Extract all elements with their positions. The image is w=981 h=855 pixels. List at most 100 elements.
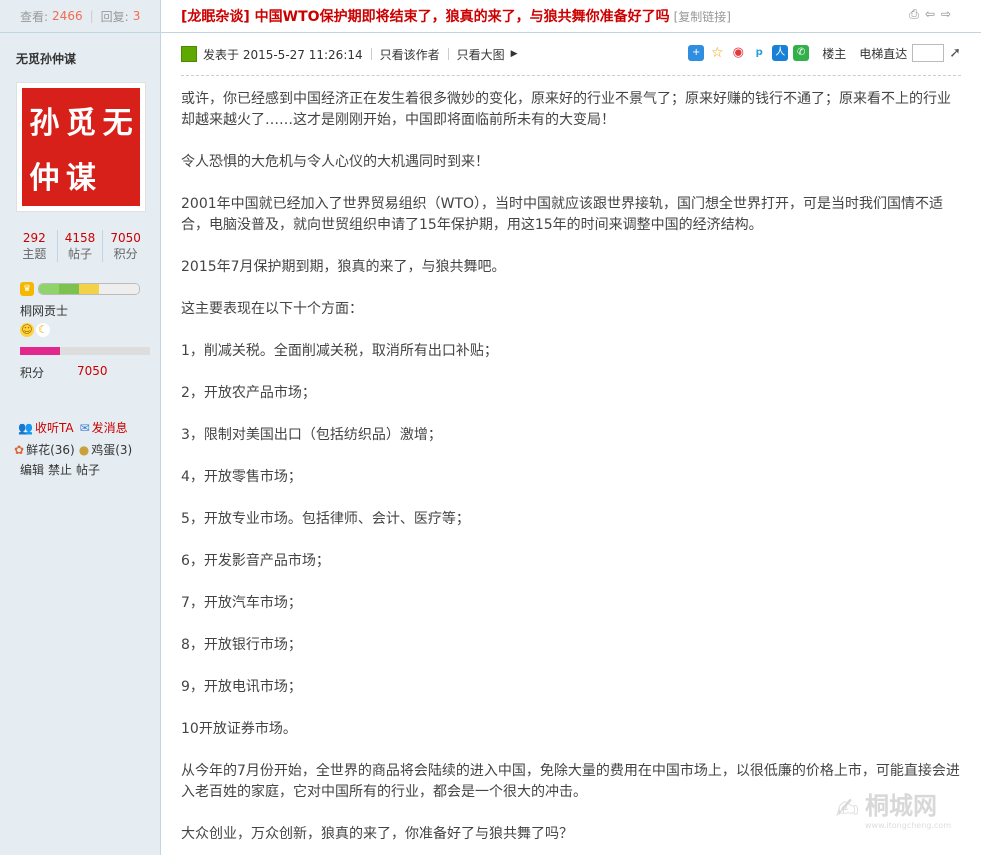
seal-char: 无 [102,105,133,141]
thread-title-bar: [龙眠杂谈] 中国WTO保护期即将结束了，狼真的来了，与狼共舞你准备好了吗 [复… [161,0,981,33]
points-progress-bar [20,347,150,355]
paragraph: 9，开放电讯市场； [181,679,302,695]
level-seg [39,284,59,294]
post-content: 或许，你已经感到中国经济正在发生着很多微妙的变化，原来好的行业不景气了；原来好赚… [161,76,981,845]
author-sidebar: 查看: 2466 | 回复: 3 无觅孙仲谋 孙 觅 无 仲 谋 292 主题 … [0,0,161,855]
replies-label: 回复: [100,9,129,24]
level-row: ♛ [20,282,160,296]
stat-label: 帖子 [68,247,93,261]
views-count: 2466 [52,9,83,23]
gifts-row: ✿ 鲜花(36) ● 鸡蛋(3) [14,441,160,458]
share-pengyou-icon[interactable]: p [751,45,768,61]
egg-icon: ● [78,442,90,457]
level-seg [59,284,79,294]
watermark-logo-icon: ✍ [835,791,859,825]
admin-posts-link[interactable]: 帖子 [76,463,100,477]
stat-value: 4158 [64,231,96,245]
seal-char: 觅 [65,105,96,141]
score-row: 积分 7050 [20,364,160,381]
flowers-link[interactable]: 鲜花(36) [26,441,75,458]
paragraph: 4，开放零售市场； [181,469,302,485]
mail-icon: ✉ [79,420,90,435]
next-thread-icon[interactable]: ⇨ [941,7,951,22]
send-message-link[interactable]: 发消息 [92,419,128,436]
share-weibo-icon[interactable]: ◉ [730,45,747,61]
share-and-floor: + ☆ ◉ p 人 ✆ 楼主 电梯直达 ➚ [688,44,961,62]
eggs-link[interactable]: 鸡蛋(3) [91,441,132,458]
watermark-text: 桐城网 [864,792,937,820]
user-rank: 桐网贡士 [20,304,69,318]
stat-value: 292 [22,231,46,245]
post-time: 发表于 2015-5-27 11:26:14 [203,47,363,62]
seal-char: 孙 [29,105,60,141]
floor-label: 楼主 [822,46,847,61]
author-stats: 292 主题 4158 帖子 7050 积分 [12,230,148,262]
stat-value: 7050 [110,231,141,245]
stat-posts[interactable]: 4158 帖子 [56,230,103,262]
only-big-image-link[interactable]: 只看大图 [457,46,505,63]
watermark-url: www.itongcheng.com [864,821,951,830]
user-actions: 👥 收听TA ✉ 发消息 [18,419,160,436]
paragraph: 2015年7月保护期到期，狼真的来了，与狼共舞吧。 [181,259,506,275]
paragraph: 8，开放银行市场； [181,637,302,653]
medals: ☺ ☾ [20,323,160,337]
follow-link[interactable]: 收听TA [35,419,74,436]
flower-icon: ✿ [14,442,25,457]
seal-char: 谋 [65,160,96,196]
paragraph: 1，削减关税。全面削减关税，取消所有出口补贴； [181,343,498,359]
replies-count: 3 [132,9,141,23]
paragraph: 2001年中国就已经加入了世界贸易组织（WTO），当时中国就应该跟世界接轨，国门… [181,196,944,233]
stat-points[interactable]: 7050 积分 [102,230,148,262]
divider [370,48,372,60]
thread-stats: 查看: 2466 | 回复: 3 [0,0,160,33]
share-wechat-icon[interactable]: ✆ [793,45,810,61]
jump-go-icon[interactable]: ➚ [949,45,961,61]
title-toolbar: ⎙ ⇦ ⇨ [909,7,951,22]
follow-icon: 👥 [18,420,33,435]
paragraph: 7，开放汽车市场； [181,595,302,611]
floor-number-input[interactable] [912,44,945,62]
level-seg [79,284,99,294]
stats-divider: | [89,9,94,23]
thread-title[interactable]: [龙眠杂谈] 中国WTO保护期即将结束了，狼真的来了，与狼共舞你准备好了吗 [181,6,670,26]
views-label: 查看: [20,9,49,24]
level-progress-bar [38,283,140,295]
prev-thread-icon[interactable]: ⇦ [925,7,935,22]
avatar[interactable]: 孙 觅 无 仲 谋 [16,82,146,212]
admin-edit-link[interactable]: 编辑 [20,463,44,477]
score-label: 积分 [20,366,45,380]
points-progress-fill [20,347,60,355]
share-star-icon[interactable]: ☆ [709,45,726,61]
seal-char: 仲 [29,160,60,196]
only-author-link[interactable]: 只看该作者 [380,46,440,63]
site-watermark: ✍ 桐城网 www.itongcheng.com [835,786,951,831]
print-icon[interactable]: ⎙ [909,7,919,22]
share-renren-icon[interactable]: 人 [772,45,789,61]
admin-links: 编辑 禁止 帖子 [20,461,160,478]
copy-link-button[interactable]: [复制链接] [674,8,731,25]
stat-label: 主题 [22,247,47,261]
paragraph: 6，开发影音产品市场； [181,553,330,569]
paragraph: 5，开放专业市场。包括律师、会计、医疗等； [181,511,470,527]
level-seg [119,284,139,294]
smiley-medal-icon[interactable]: ☺ [20,323,34,337]
score-value: 7050 [77,364,108,378]
level-seg [99,284,119,294]
paragraph: 3，限制对美国出口（包括纺织品）激增； [181,427,442,443]
share-plus-icon[interactable]: + [688,45,705,61]
moon-medal-icon[interactable]: ☾ [36,323,50,337]
paragraph: 这主要表现在以下十个方面： [181,301,363,317]
jump-floor-label: 电梯直达 [859,46,908,61]
admin-ban-link[interactable]: 禁止 [48,463,72,477]
stat-topics[interactable]: 292 主题 [12,230,57,262]
post-info-bar: 发表于 2015-5-27 11:26:14 只看该作者 只看大图 ▶ + ☆ … [181,33,961,76]
level-crown-icon: ♛ [20,282,34,296]
paragraph: 2，开放农产品市场； [181,385,316,401]
post-main: [龙眠杂谈] 中国WTO保护期即将结束了，狼真的来了，与狼共舞你准备好了吗 [复… [161,0,981,855]
seal-avatar-image: 孙 觅 无 仲 谋 [22,88,140,206]
paragraph: 或许，你已经感到中国经济正在发生着很多微妙的变化，原来好的行业不景气了；原来好赚… [181,91,951,128]
caret-right-icon[interactable]: ▶ [511,49,518,59]
online-status-icon [181,46,197,62]
stat-label: 积分 [113,247,138,261]
author-name[interactable]: 无觅孙仲谋 [0,33,160,74]
